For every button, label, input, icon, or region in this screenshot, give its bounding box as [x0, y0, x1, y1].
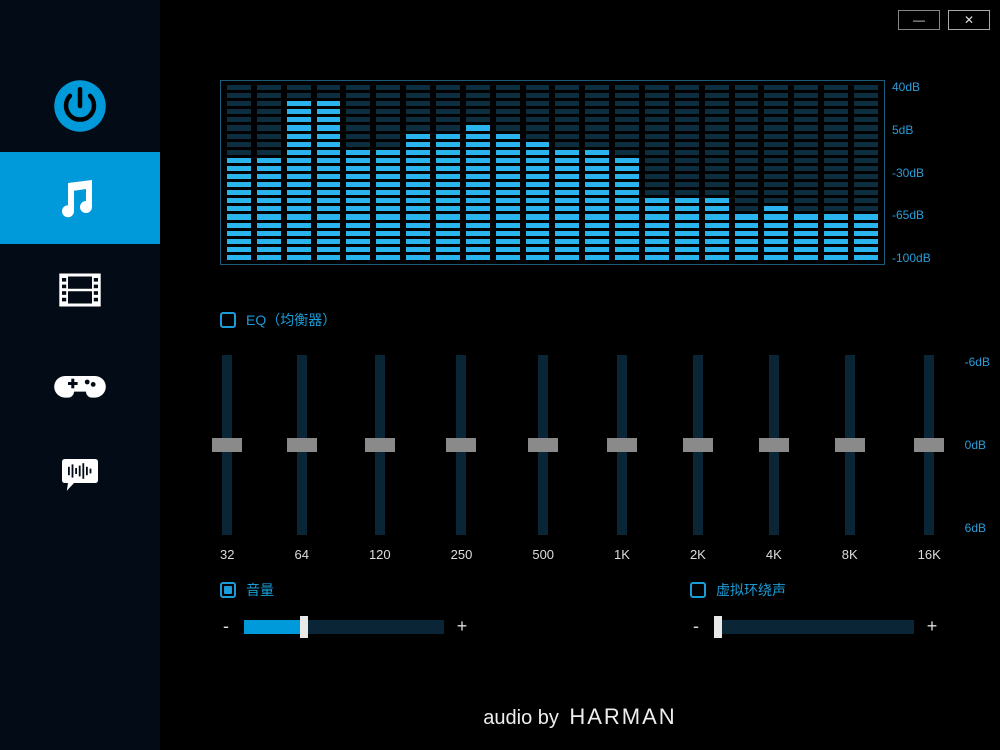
eq-label: EQ（均衡器） [246, 310, 336, 330]
eq-db-labels: -6dB 0dB 6dB [965, 355, 990, 535]
spectrum-bar [854, 85, 878, 260]
eq-slider-thumb[interactable] [835, 438, 865, 452]
main-panel: 40dB 5dB -30dB -65dB -100dB EQ（均衡器） -6dB… [160, 0, 1000, 750]
sidebar-item-game[interactable] [0, 336, 160, 428]
eq-slider-120[interactable]: 120 [369, 355, 391, 562]
sidebar-item-power[interactable] [0, 60, 160, 152]
eq-freq-label: 2K [690, 547, 706, 562]
eq-slider-500[interactable]: 500 [532, 355, 554, 562]
spectrum-bar [257, 85, 281, 260]
eq-slider-thumb[interactable] [914, 438, 944, 452]
film-icon [50, 260, 110, 320]
spectrum-bar [555, 85, 579, 260]
eq-freq-label: 64 [294, 547, 308, 562]
eq-slider-thumb[interactable] [446, 438, 476, 452]
db-label: 40dB [892, 80, 940, 94]
volume-label: 音量 [246, 580, 274, 600]
spectrum-bar [496, 85, 520, 260]
footer-brand-name: HARMAN [569, 704, 676, 729]
eq-freq-label: 500 [532, 547, 554, 562]
spectrum-bar [615, 85, 639, 260]
eq-slider-thumb[interactable] [683, 438, 713, 452]
eq-slider-thumb[interactable] [607, 438, 637, 452]
sidebar [0, 0, 160, 750]
power-icon [52, 78, 108, 134]
volume-control: 音量 - + [220, 580, 510, 637]
music-icon [50, 168, 110, 228]
sidebar-item-voice[interactable] [0, 428, 160, 520]
surround-label: 虚拟环绕声 [716, 580, 786, 600]
eq-freq-label: 1K [614, 547, 630, 562]
eq-slider-4K[interactable]: 4K [766, 355, 782, 562]
eq-slider-32[interactable]: 32 [220, 355, 234, 562]
spectrum-bar [346, 85, 370, 260]
db-label: -100dB [892, 251, 940, 265]
sidebar-item-video[interactable] [0, 244, 160, 336]
eq-freq-label: 8K [842, 547, 858, 562]
db-label: -6dB [965, 355, 990, 369]
spectrum-analyzer: 40dB 5dB -30dB -65dB -100dB [220, 80, 940, 265]
spectrum-bar [764, 85, 788, 260]
spectrum-bar [705, 85, 729, 260]
eq-freq-label: 16K [918, 547, 941, 562]
volume-slider-thumb[interactable] [300, 616, 308, 638]
spectrum-bar [466, 85, 490, 260]
spectrum-bar [735, 85, 759, 260]
db-label: -65dB [892, 208, 940, 222]
eq-slider-thumb[interactable] [528, 438, 558, 452]
db-label: 5dB [892, 123, 940, 137]
eq-checkbox[interactable] [220, 312, 236, 328]
db-label: 6dB [965, 521, 990, 535]
eq-slider-250[interactable]: 250 [451, 355, 473, 562]
db-label: 0dB [965, 438, 990, 452]
spectrum-bar [824, 85, 848, 260]
spectrum-db-labels: 40dB 5dB -30dB -65dB -100dB [892, 80, 940, 265]
eq-slider-thumb[interactable] [287, 438, 317, 452]
surround-minus[interactable]: - [690, 616, 702, 637]
eq-slider-16K[interactable]: 16K [918, 355, 941, 562]
spectrum-bar [317, 85, 341, 260]
spectrum-bar [287, 85, 311, 260]
surround-plus[interactable]: + [926, 616, 938, 637]
spectrum-bar [227, 85, 251, 260]
surround-checkbox[interactable] [690, 582, 706, 598]
eq-slider-thumb[interactable] [759, 438, 789, 452]
db-label: -30dB [892, 166, 940, 180]
eq-slider-64[interactable]: 64 [294, 355, 308, 562]
eq-freq-label: 250 [451, 547, 473, 562]
spectrum-bar [526, 85, 550, 260]
gamepad-icon [50, 352, 110, 412]
spectrum-bar [376, 85, 400, 260]
eq-freq-label: 4K [766, 547, 782, 562]
eq-freq-label: 120 [369, 547, 391, 562]
volume-plus[interactable]: + [456, 616, 468, 637]
eq-slider-1K[interactable]: 1K [614, 355, 630, 562]
eq-slider-thumb[interactable] [365, 438, 395, 452]
surround-slider-thumb[interactable] [714, 616, 722, 638]
spectrum-bar [675, 85, 699, 260]
volume-minus[interactable]: - [220, 616, 232, 637]
spectrum-bar [585, 85, 609, 260]
voice-bubble-icon [50, 444, 110, 504]
eq-slider-2K[interactable]: 2K [690, 355, 706, 562]
volume-slider[interactable] [244, 620, 444, 634]
surround-control: 虚拟环绕声 - + [690, 580, 980, 637]
eq-freq-label: 32 [220, 547, 234, 562]
spectrum-bar [436, 85, 460, 260]
eq-section: EQ（均衡器） -6dB 0dB 6dB 32 64 120 250 500 1K 2K 4K… [220, 310, 1000, 562]
footer-brand: audio by HARMAN [160, 704, 1000, 730]
eq-slider-thumb[interactable] [212, 438, 242, 452]
surround-slider[interactable] [714, 620, 914, 634]
footer-prefix: audio by [483, 707, 559, 729]
spectrum-bar [406, 85, 430, 260]
spectrum-bar [645, 85, 669, 260]
spectrum-bar [794, 85, 818, 260]
sidebar-item-music[interactable] [0, 152, 160, 244]
volume-checkbox[interactable] [220, 582, 236, 598]
eq-slider-8K[interactable]: 8K [842, 355, 858, 562]
